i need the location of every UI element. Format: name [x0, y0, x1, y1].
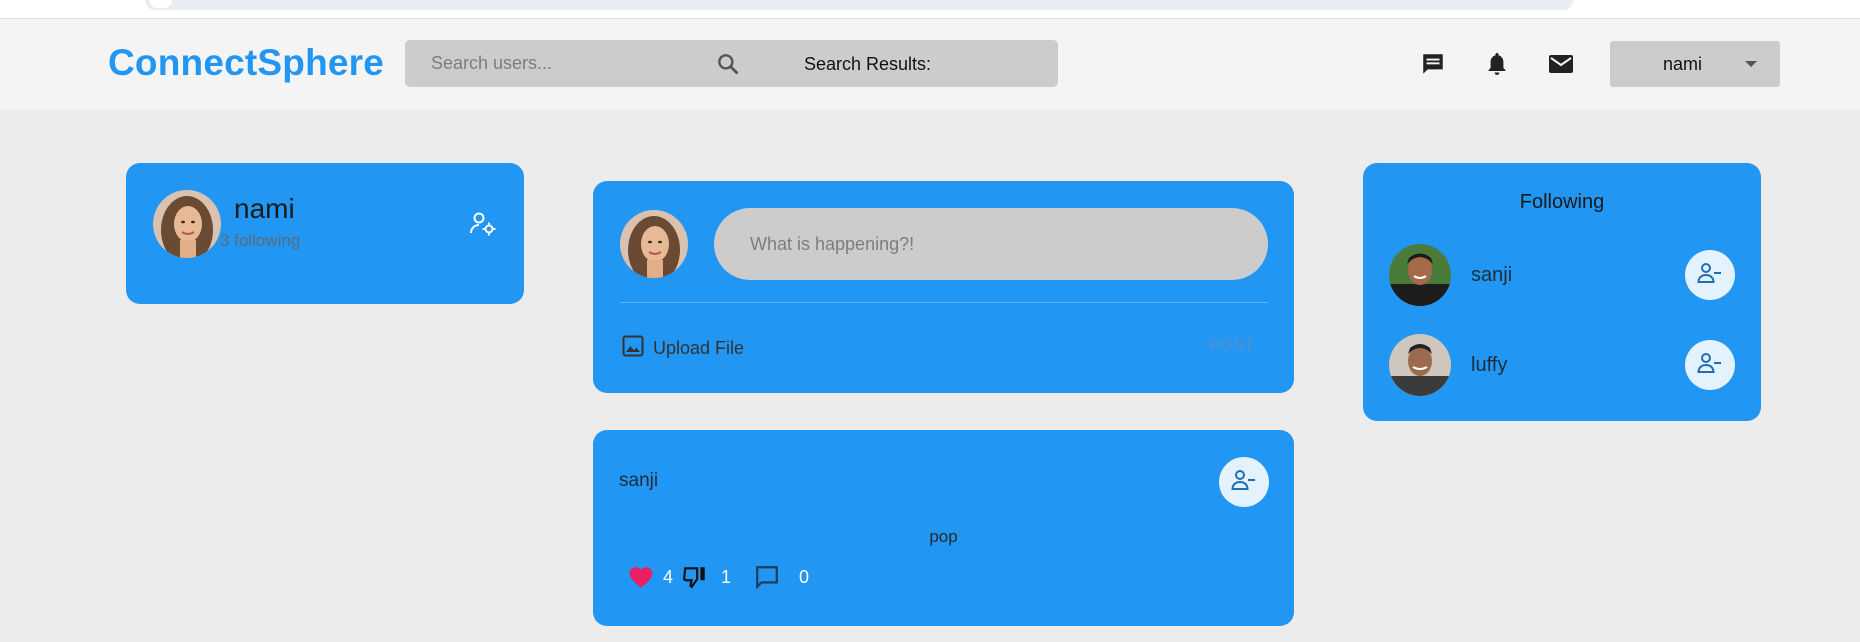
address-bar[interactable]: [145, 0, 1573, 10]
following-avatar[interactable]: [1389, 244, 1451, 306]
following-title: Following: [1519, 191, 1605, 213]
upload-file-button[interactable]: Upload File: [621, 333, 744, 363]
search-results-label: Search Results:: [804, 54, 932, 74]
chat-icon[interactable]: [1418, 49, 1448, 79]
following-card: Following sanji luffy: [1363, 163, 1761, 421]
profile-following-count[interactable]: 3 following: [220, 231, 300, 251]
search-bar: Search Results:: [405, 40, 1058, 87]
thumb-down-icon[interactable]: [681, 563, 709, 591]
post-content: pop: [929, 527, 958, 546]
comment-icon[interactable]: [753, 563, 781, 591]
unfollow-button[interactable]: [1219, 457, 1269, 507]
compose-avatar: [620, 210, 688, 278]
mail-icon[interactable]: [1546, 49, 1576, 79]
following-name[interactable]: luffy: [1471, 354, 1507, 377]
heart-icon[interactable]: [627, 563, 655, 591]
dislike-count: 1: [721, 566, 732, 587]
compose-input[interactable]: [714, 208, 1268, 280]
search-input[interactable]: [431, 40, 681, 87]
manage-account-icon[interactable]: [469, 210, 497, 238]
image-icon: [621, 334, 645, 363]
post-button[interactable]: POST: [1209, 337, 1255, 355]
bell-icon[interactable]: [1482, 49, 1512, 79]
user-menu-name: nami: [1662, 54, 1702, 74]
user-menu-dropdown[interactable]: nami: [1610, 41, 1780, 87]
like-count: 4: [663, 566, 674, 587]
brand-logo[interactable]: ConnectSphere: [108, 42, 384, 84]
post-card: sanji pop 4 1 0: [593, 430, 1294, 626]
post-actions: 4 1 0: [627, 563, 809, 591]
address-bar-icon: [150, 0, 172, 8]
profile-card: nami 3 following: [126, 163, 524, 304]
upload-file-label: Upload File: [653, 337, 745, 358]
following-item: sanji: [1389, 244, 1739, 306]
comment-count: 0: [799, 566, 810, 587]
unfollow-button[interactable]: [1685, 250, 1735, 300]
browser-top-strip: [0, 0, 1860, 19]
compose-card: Upload File POST: [593, 181, 1294, 393]
app-header: ConnectSphere Search Results: nami: [0, 19, 1860, 109]
person-remove-icon: [1697, 352, 1723, 379]
unfollow-button[interactable]: [1685, 340, 1735, 390]
following-item: luffy: [1389, 334, 1739, 396]
profile-avatar[interactable]: [153, 190, 221, 258]
following-name[interactable]: sanji: [1471, 264, 1512, 287]
post-author[interactable]: sanji: [619, 470, 658, 492]
search-icon[interactable]: [715, 51, 741, 77]
profile-name: nami: [234, 193, 295, 224]
person-remove-icon: [1697, 262, 1723, 289]
following-avatar[interactable]: [1389, 334, 1451, 396]
person-remove-icon: [1231, 469, 1257, 496]
chevron-down-icon: [1745, 61, 1757, 67]
compose-divider: [620, 302, 1268, 303]
